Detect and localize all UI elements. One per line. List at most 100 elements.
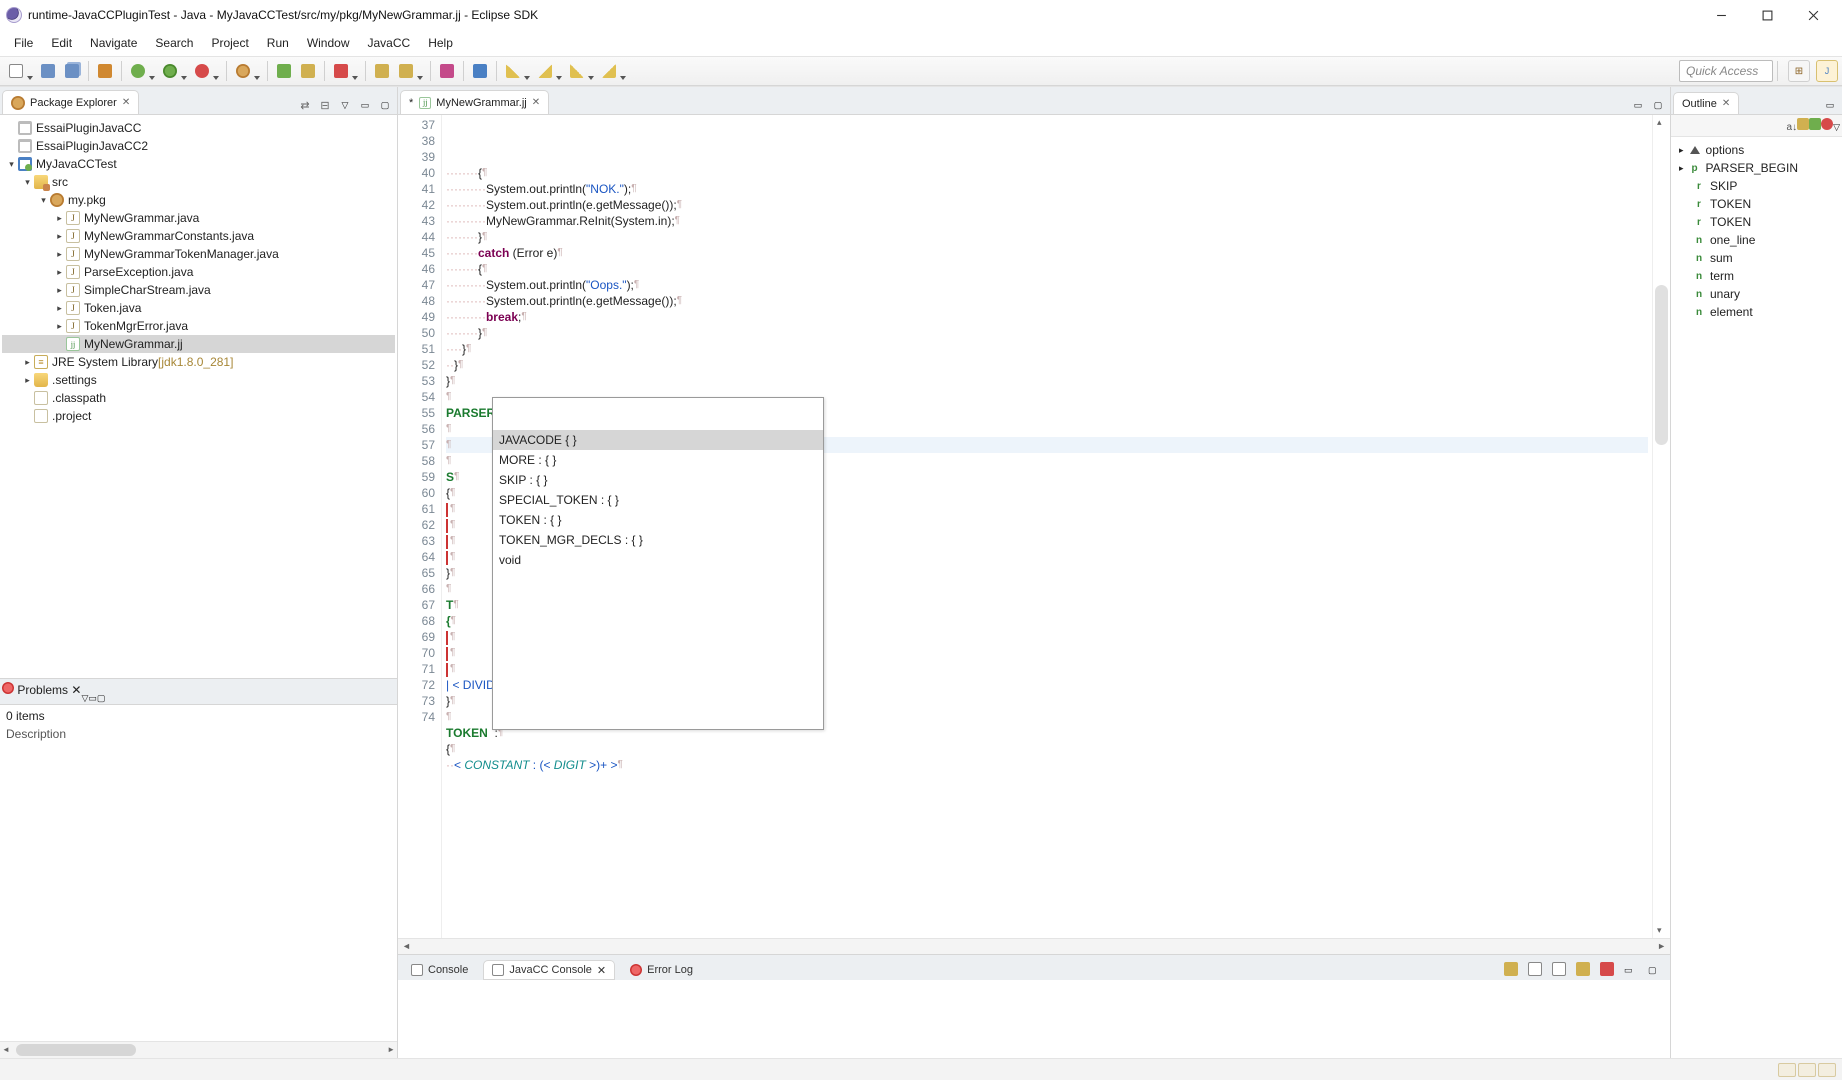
- code-line[interactable]: ········catch (Error e)¶: [446, 245, 1648, 261]
- tree-row[interactable]: ▸SimpleCharStream.java: [2, 281, 395, 299]
- link-with-editor-button[interactable]: ⇄: [296, 96, 314, 114]
- menu-navigate[interactable]: Navigate: [82, 33, 145, 53]
- filter-button-3[interactable]: [1821, 118, 1833, 133]
- filter-button-1[interactable]: [1797, 118, 1809, 133]
- maximize-button[interactable]: [1744, 0, 1790, 30]
- build-button[interactable]: [94, 60, 116, 82]
- tree-row[interactable]: ▸MyNewGrammarTokenManager.java: [2, 245, 395, 263]
- problems-h-scrollbar[interactable]: ◄ ►: [0, 1041, 397, 1058]
- console-action-4[interactable]: [1576, 962, 1594, 980]
- tree-row[interactable]: ▸Token.java: [2, 299, 395, 317]
- view-menu-button[interactable]: ▽: [1833, 119, 1840, 133]
- run-button[interactable]: [159, 60, 189, 82]
- tree-row[interactable]: ▸ParseException.java: [2, 263, 395, 281]
- minimize-view-button[interactable]: ▭: [88, 690, 97, 704]
- expand-toggle[interactable]: ▸: [54, 231, 65, 242]
- expand-toggle[interactable]: ▸: [54, 285, 65, 296]
- close-icon[interactable]: ✕: [597, 964, 606, 977]
- debug-button[interactable]: [127, 60, 157, 82]
- outline-item[interactable]: nunary: [1673, 285, 1840, 303]
- open-task-button[interactable]: [371, 60, 393, 82]
- assist-item[interactable]: SKIP : { }: [493, 470, 823, 490]
- outline-tab[interactable]: Outline ✕: [1673, 92, 1739, 114]
- menu-help[interactable]: Help: [420, 33, 461, 53]
- code-line[interactable]: }¶: [446, 373, 1648, 389]
- outline-item[interactable]: nelement: [1673, 303, 1840, 321]
- console-action-5[interactable]: [1600, 962, 1618, 980]
- tree-row[interactable]: ▸JRE System Library [jdk1.8.0_281]: [2, 353, 395, 371]
- outline-item[interactable]: rTOKEN: [1673, 213, 1840, 231]
- package-explorer-tab[interactable]: Package Explorer ✕: [2, 90, 139, 114]
- code-area[interactable]: ········{¶··········System.out.println("…: [442, 115, 1652, 938]
- scroll-down-icon[interactable]: ▾: [1657, 925, 1662, 936]
- scroll-left-icon[interactable]: ◄: [402, 941, 411, 951]
- back-button[interactable]: [566, 60, 596, 82]
- view-menu-button[interactable]: ▽: [81, 690, 88, 704]
- menu-run[interactable]: Run: [259, 33, 297, 53]
- close-icon[interactable]: ✕: [122, 97, 130, 108]
- scroll-thumb[interactable]: [16, 1044, 136, 1056]
- scroll-left-icon[interactable]: ◄: [2, 1045, 10, 1054]
- console-body[interactable]: [398, 980, 1670, 1058]
- java-perspective-button[interactable]: J: [1816, 60, 1838, 82]
- assist-item[interactable]: SPECIAL_TOKEN : { }: [493, 490, 823, 510]
- console-action-1[interactable]: [1504, 962, 1522, 980]
- menu-edit[interactable]: Edit: [43, 33, 80, 53]
- expand-toggle[interactable]: ▾: [38, 195, 49, 206]
- code-line[interactable]: ········{¶: [446, 261, 1648, 277]
- expand-toggle[interactable]: ▾: [6, 159, 17, 170]
- code-line[interactable]: ··········System.out.println(e.getMessag…: [446, 293, 1648, 309]
- minimize-view-button[interactable]: ▭: [1624, 962, 1642, 980]
- tree-row[interactable]: ▸MyNewGrammarConstants.java: [2, 227, 395, 245]
- code-line[interactable]: ··< CONSTANT : (< DIGIT >)+ >¶: [446, 757, 1648, 773]
- pin-editor-button[interactable]: [436, 60, 458, 82]
- project-tree[interactable]: EssaiPluginJavaCCEssaiPluginJavaCC2▾MyJa…: [0, 115, 397, 429]
- expand-toggle[interactable]: ▸: [54, 303, 65, 314]
- tree-row[interactable]: ▸.settings: [2, 371, 395, 389]
- menu-window[interactable]: Window: [299, 33, 358, 53]
- line-number-gutter[interactable]: 3738394041424344454647484950515253545556…: [398, 115, 442, 938]
- maximize-editor-button[interactable]: ▢: [1649, 96, 1667, 114]
- outline-item[interactable]: none_line: [1673, 231, 1840, 249]
- problems-tab[interactable]: Problems ✕: [2, 682, 81, 704]
- tree-row[interactable]: MyNewGrammar.jj: [2, 335, 395, 353]
- assist-item[interactable]: MORE : { }: [493, 450, 823, 470]
- close-icon[interactable]: ✕: [532, 97, 540, 108]
- code-line[interactable]: ··········break;¶: [446, 309, 1648, 325]
- new-button[interactable]: [5, 60, 35, 82]
- scroll-up-icon[interactable]: ▴: [1657, 117, 1662, 128]
- code-line[interactable]: ········}¶: [446, 325, 1648, 341]
- open-type-button[interactable]: [273, 60, 295, 82]
- javacc-console-tab[interactable]: JavaCC Console✕: [483, 960, 615, 980]
- scroll-thumb[interactable]: [1655, 285, 1668, 445]
- menu-project[interactable]: Project: [203, 33, 256, 53]
- tree-row[interactable]: ▾src: [2, 173, 395, 191]
- expand-toggle[interactable]: ▸: [54, 321, 65, 332]
- close-icon[interactable]: ✕: [71, 683, 81, 697]
- outline-item[interactable]: rSKIP: [1673, 177, 1840, 195]
- code-line[interactable]: ··········System.out.println(e.getMessag…: [446, 197, 1648, 213]
- editor-h-scrollbar[interactable]: ◄ ►: [398, 938, 1670, 954]
- quick-access-input[interactable]: Quick Access: [1679, 60, 1773, 82]
- minimize-view-button[interactable]: ▭: [356, 96, 374, 114]
- sort-button[interactable]: a↓: [1787, 119, 1798, 133]
- expand-toggle[interactable]: ▾: [22, 177, 33, 188]
- save-button[interactable]: [37, 60, 59, 82]
- tree-row[interactable]: EssaiPluginJavaCC2: [2, 137, 395, 155]
- assist-item[interactable]: JAVACODE { }: [493, 430, 823, 450]
- code-line[interactable]: ··········System.out.println("Oops.");¶: [446, 277, 1648, 293]
- code-editor[interactable]: 3738394041424344454647484950515253545556…: [398, 115, 1670, 938]
- tree-row[interactable]: ▸MyNewGrammar.java: [2, 209, 395, 227]
- close-icon[interactable]: ✕: [1722, 98, 1730, 109]
- content-assist-popup[interactable]: JAVACODE { }MORE : { }SKIP : { }SPECIAL_…: [492, 397, 824, 730]
- forward-button[interactable]: [598, 60, 628, 82]
- save-all-button[interactable]: [61, 60, 83, 82]
- collapse-all-button[interactable]: ⊟: [316, 96, 334, 114]
- outline-item[interactable]: rTOKEN: [1673, 195, 1840, 213]
- code-line[interactable]: ··}¶: [446, 357, 1648, 373]
- code-line[interactable]: ········}¶: [446, 229, 1648, 245]
- open-call-button[interactable]: [297, 60, 319, 82]
- compile-jj-button[interactable]: [469, 60, 491, 82]
- overview-ruler[interactable]: ▴ ▾: [1652, 115, 1670, 938]
- menu-javacc[interactable]: JavaCC: [360, 33, 419, 53]
